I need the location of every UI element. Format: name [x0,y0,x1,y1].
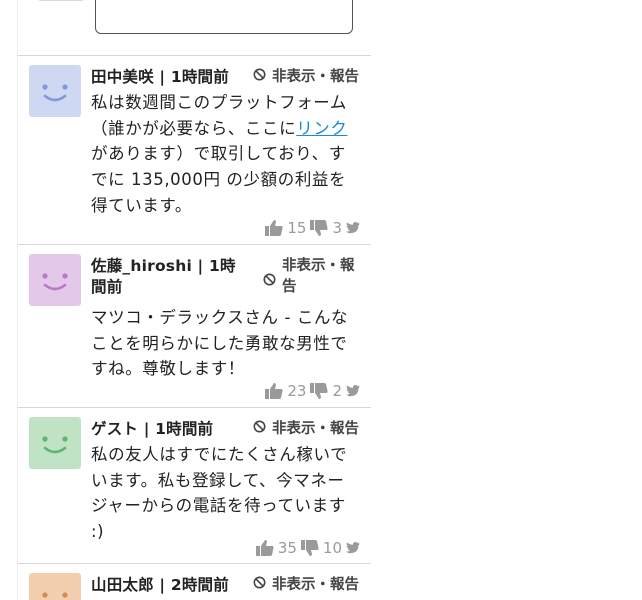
hide-report-button[interactable]: 非表示・報告 [253,419,359,440]
avatar [29,65,81,117]
comment-text: マツコ・デラックスさん - こんなことを明らかにした勇敢な男性ですね。尊敬します… [91,308,349,379]
hide-report-label: 非表示・報告 [272,69,359,85]
comment-item: 田中美咲 | 1時間前 非表示・報告 私は数週間このプラットフォーム（誰かが必要… [18,56,371,245]
thumbs-up-icon[interactable] [265,383,283,399]
hide-report-label: 非表示・報告 [272,577,359,593]
dislike-count: 10 [322,539,342,557]
comment-item: 山田太郎 | 2時間前 非表示・報告 [18,564,371,600]
dislike-count: 3 [332,219,342,237]
like-count: 15 [287,219,307,237]
ban-icon [263,272,276,293]
smiley-face-icon [42,84,68,102]
thumbs-up-icon[interactable] [265,220,283,236]
twitter-icon[interactable] [346,542,360,554]
twitter-icon[interactable] [346,222,360,234]
comment-text-part: があります）で取引しており、すでに 135,000円 の少額の利益を得ています。 [91,144,347,215]
comment-text: 私の友人はすでにたくさん稼いでいます。私も登録して、今マネージャーからの電話を待… [91,445,348,542]
comment-author[interactable]: 山田太郎 | 2時間前 [91,575,229,596]
comment-text: 私は数週間このプラットフォーム（誰かが必要なら、ここにリンクがあります）で取引し… [91,90,353,219]
ban-icon [253,67,266,88]
comment-author[interactable]: 佐藤_hiroshi | 1時間前 [91,256,251,298]
comment-item: 佐藤_hiroshi | 1時間前 非表示・報告 マツコ・デラックスさん - こ… [18,245,371,408]
twitter-icon[interactable] [346,385,360,397]
smiley-face-icon [42,592,68,598]
vote-bar: 35 10 [255,539,360,557]
avatar [29,573,81,600]
hide-report-button[interactable]: 非表示・報告 [263,256,359,298]
smiley-face-icon [42,436,68,454]
hide-report-button[interactable]: 非表示・報告 [253,575,359,596]
comment-author[interactable]: 田中美咲 | 1時間前 [91,67,229,88]
comment-link[interactable]: リンク [296,119,347,138]
reply-area [18,0,371,56]
like-count: 35 [277,539,297,557]
comment-item: ゲスト | 1時間前 非表示・報告 私の友人はすでにたくさん稼いでいます。私も登… [18,408,371,564]
comment-feed: 田中美咲 | 1時間前 非表示・報告 私は数週間このプラットフォーム（誰かが必要… [17,0,371,600]
hide-report-button[interactable]: 非表示・報告 [253,67,359,88]
reply-input[interactable] [95,0,353,34]
reply-tab [37,0,85,1]
vote-bar: 15 3 [265,219,360,237]
ban-icon [253,419,266,440]
hide-report-label: 非表示・報告 [272,421,359,437]
ban-icon [253,575,266,596]
vote-bar: 23 2 [265,382,360,400]
thumbs-down-icon[interactable] [310,220,329,236]
hide-report-label: 非表示・報告 [282,258,355,295]
avatar [29,417,81,469]
thumbs-down-icon[interactable] [300,540,319,556]
thumbs-down-icon[interactable] [310,383,329,399]
like-count: 23 [287,382,307,400]
dislike-count: 2 [332,382,342,400]
avatar [29,254,81,306]
thumbs-up-icon[interactable] [255,540,274,556]
comment-author[interactable]: ゲスト | 1時間前 [91,419,213,440]
smiley-face-icon [42,273,68,291]
